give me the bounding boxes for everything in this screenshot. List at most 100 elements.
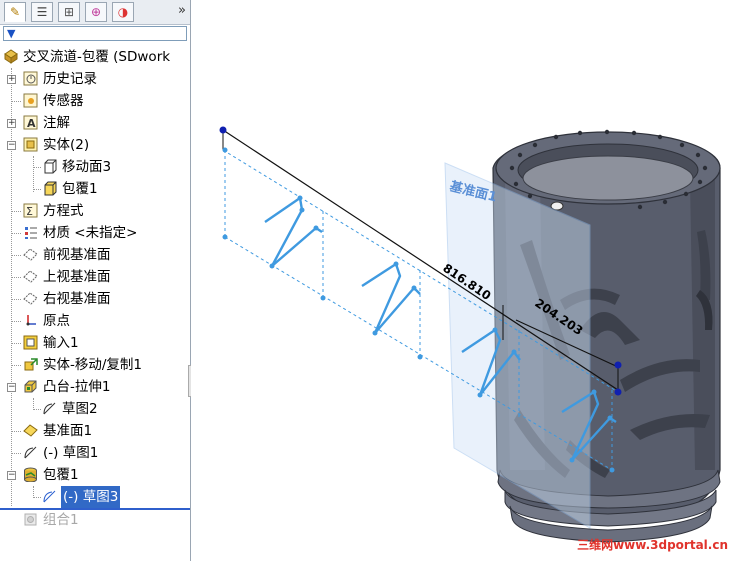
tree-root-label: 交叉流道-包覆 (SDwork — [23, 49, 171, 65]
tree-item-label: 原点 — [43, 313, 70, 329]
tree-item-label: 注解 — [43, 115, 70, 131]
tree-connector — [11, 365, 21, 366]
tree-connector — [11, 321, 21, 322]
sketch-icon — [23, 445, 38, 460]
bolt-hole — [553, 134, 559, 140]
dimension-endpoint — [614, 361, 622, 369]
svg-text:A: A — [27, 117, 36, 130]
expand-icon[interactable]: + — [7, 75, 16, 84]
tree-connector — [33, 167, 41, 168]
reference-plane — [444, 162, 591, 529]
more-tabs-button[interactable]: » — [178, 3, 186, 18]
collapse-icon[interactable]: − — [7, 471, 16, 480]
plane-icon — [23, 291, 38, 306]
tree-item-label: 方程式 — [43, 203, 84, 219]
sketch-point — [320, 295, 326, 301]
sketch-point — [569, 457, 575, 463]
tree-item-label: 实体(2) — [43, 137, 90, 153]
sketch-point — [591, 389, 597, 395]
filter-bar: ▼ — [0, 25, 190, 43]
rollback-bar[interactable] — [0, 508, 190, 510]
dimxpert-tab[interactable]: ⊕ — [85, 2, 107, 22]
bolt-hole — [702, 165, 708, 171]
tree-connector — [11, 299, 21, 300]
configurationmanager-tab[interactable]: ⊞ — [58, 2, 80, 22]
sketch-segment — [361, 262, 421, 335]
propertymanager-tab[interactable]: ☰ — [31, 2, 53, 22]
annotation-icon: A — [23, 115, 38, 130]
bolt-hole — [679, 142, 685, 148]
display-manager-tab[interactable]: ◑ — [112, 2, 134, 22]
tree-item-label: 草图2 — [62, 401, 98, 417]
body-icon — [42, 181, 57, 196]
tree-item-label-selected: (-) 草图3 — [61, 486, 121, 508]
tree-connector — [33, 497, 41, 498]
tree-item-label: 传感器 — [43, 93, 84, 109]
origin-icon — [23, 313, 38, 328]
material-icon — [23, 225, 38, 240]
tree-item-label: 上视基准面 — [43, 269, 111, 285]
part-icon — [3, 49, 18, 64]
tree-line — [11, 68, 12, 506]
plane-icon — [23, 247, 38, 262]
dimension-endpoint — [614, 388, 622, 396]
bolt-hole — [532, 142, 538, 148]
sketch-point — [222, 234, 228, 240]
sketch-point — [372, 330, 378, 336]
graphics-area[interactable]: 基准面1 816.810 204.203 三维网www.3dportal.cn — [191, 0, 746, 561]
sketch-point — [411, 285, 417, 291]
bolt-hole — [683, 191, 689, 197]
sketch-point — [511, 349, 517, 355]
tree-item-label: 前视基准面 — [43, 247, 111, 263]
sketch-point — [492, 327, 498, 333]
collapse-icon[interactable]: − — [7, 141, 16, 150]
wrap-icon — [23, 467, 38, 483]
tree-connector — [11, 277, 21, 278]
sensor-icon — [23, 93, 38, 108]
dimension-endpoint — [219, 126, 227, 134]
svg-text:Σ: Σ — [26, 205, 33, 218]
tree-connector — [33, 189, 41, 190]
bolt-hole — [604, 129, 610, 135]
tree-item-label: 基准面1 — [43, 423, 93, 439]
collapse-icon[interactable]: − — [7, 383, 16, 392]
model-view: 基准面1 816.810 204.203 — [219, 126, 721, 543]
tree-item-label: 实体-移动/复制1 — [43, 357, 143, 373]
bore-inside — [522, 155, 694, 201]
tree-connector — [11, 233, 21, 234]
bolt-hole — [509, 165, 515, 171]
bolt-hole — [662, 199, 668, 205]
sketch-point — [609, 467, 615, 473]
tree-item-label: 凸台-拉伸1 — [43, 379, 111, 395]
bolt-hole — [517, 152, 523, 158]
feature-tree-icon: ✎ — [9, 5, 21, 19]
tree-line — [33, 156, 34, 192]
tree-connector — [11, 211, 21, 212]
sketch-point — [607, 415, 613, 421]
tree-item-label: 输入1 — [43, 335, 79, 351]
dimxpert-icon: ⊕ — [90, 5, 102, 19]
tree-connector — [11, 343, 21, 344]
plane-icon — [23, 269, 38, 284]
sketch-point — [477, 392, 483, 398]
equations-icon: Σ — [23, 203, 38, 218]
import-icon — [23, 335, 38, 350]
move-copy-icon — [23, 357, 38, 372]
solid-bodies-icon — [23, 137, 38, 152]
combine-icon — [23, 512, 38, 527]
tree-item-label: (-) 草图1 — [43, 445, 99, 461]
bolt-hole — [695, 152, 701, 158]
bolt-hole — [527, 193, 533, 199]
bolt-hole — [631, 130, 637, 136]
manager-tabs: ✎ ☰ ⊞ ⊕ ◑ » — [0, 0, 190, 25]
sketch-segment — [264, 196, 323, 268]
bolt-hole — [697, 179, 703, 185]
featuremanager-tab[interactable]: ✎ — [4, 2, 26, 22]
sketch-point — [417, 354, 423, 360]
tree-item-label: 包覆1 — [62, 181, 98, 197]
filter-input[interactable]: ▼ — [3, 26, 187, 41]
expand-icon[interactable]: + — [7, 119, 16, 128]
property-icon: ☰ — [36, 5, 48, 19]
sketch-point — [269, 263, 275, 269]
sketch-icon — [42, 401, 57, 416]
